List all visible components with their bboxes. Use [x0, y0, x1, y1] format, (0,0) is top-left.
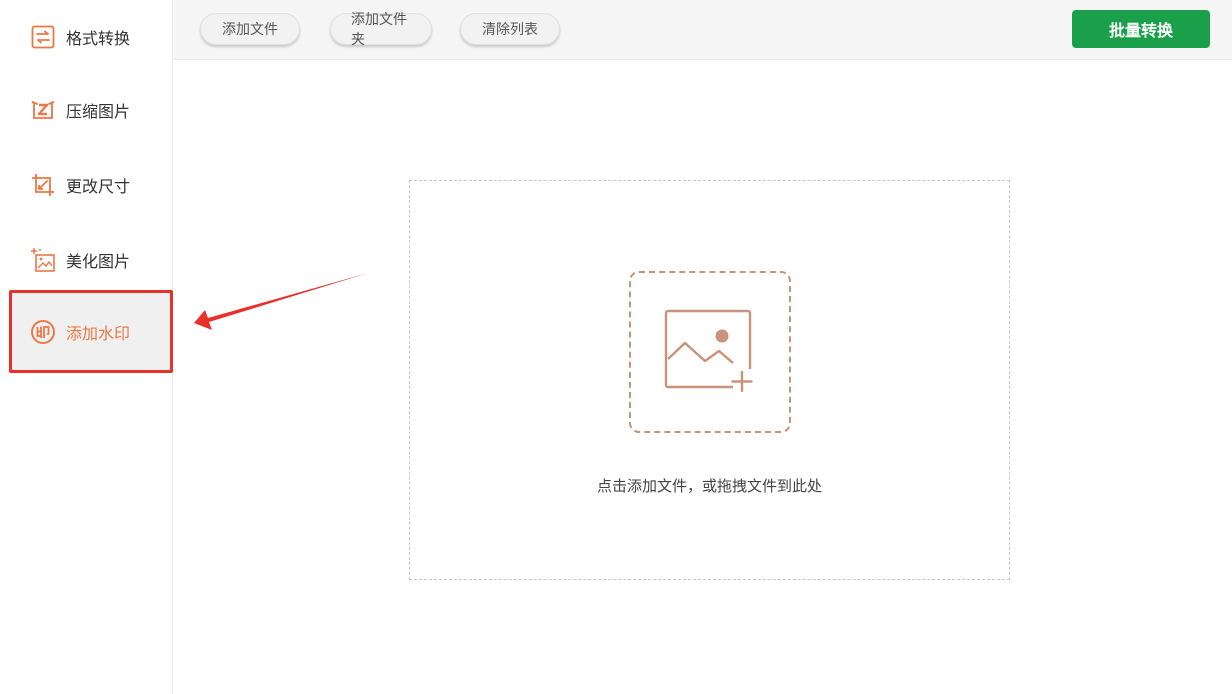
drop-hint-text: 点击添加文件，或拖拽文件到此处	[596, 477, 822, 495]
add-file-button[interactable]: 添加文件	[200, 13, 300, 45]
sidebar-item-compress[interactable]: 压缩图片	[10, 69, 172, 151]
toolbar: 添加文件 添加文件夹 清除列表 批量转换	[174, 0, 1232, 60]
clear-list-button[interactable]: 清除列表	[460, 13, 560, 45]
annotation-arrow	[194, 273, 368, 330]
file-drop-zone[interactable]: 点击添加文件，或拖拽文件到此处	[409, 180, 1010, 580]
sidebar-item-resize[interactable]: 更改尺寸	[10, 144, 172, 226]
beautify-icon	[30, 247, 56, 273]
resize-icon	[30, 172, 56, 198]
watermark-icon	[30, 319, 56, 345]
sidebar: 格式转换 压缩图片 更改尺寸 美化图片 添加水印	[0, 0, 173, 694]
sidebar-item-format-convert[interactable]: 格式转换	[10, 0, 172, 78]
sidebar-item-watermark[interactable]: 添加水印	[10, 291, 172, 373]
add-folder-button[interactable]: 添加文件夹	[330, 12, 432, 48]
sidebar-item-label: 格式转换	[66, 29, 131, 48]
sidebar-item-label: 更改尺寸	[66, 177, 131, 196]
add-image-icon	[629, 271, 791, 433]
format-convert-icon	[30, 24, 56, 50]
sidebar-item-beautify[interactable]: 美化图片	[10, 219, 172, 301]
compress-icon	[30, 97, 56, 123]
app-window: 格式转换 压缩图片 更改尺寸 美化图片 添加水印 添加文件 添加文件夹 清除列表…	[0, 0, 1232, 694]
sidebar-item-label: 压缩图片	[66, 102, 131, 121]
sidebar-item-label: 美化图片	[66, 252, 131, 271]
sidebar-item-label: 添加水印	[66, 324, 131, 343]
batch-convert-button[interactable]: 批量转换	[1072, 10, 1210, 48]
